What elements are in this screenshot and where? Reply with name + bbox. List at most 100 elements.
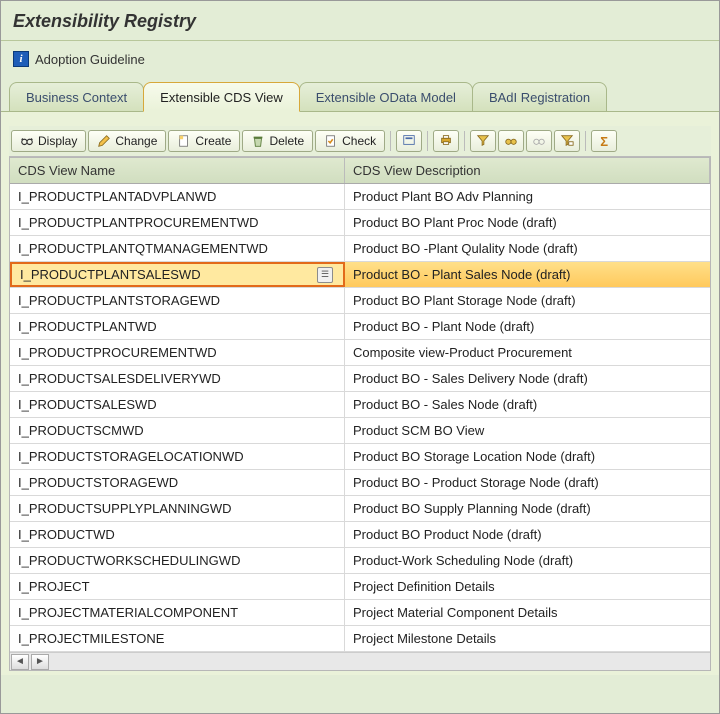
cds-name-cell[interactable]: I_PROJECT [10, 574, 345, 599]
toolbar: Display Change Create Delete Check [9, 126, 711, 157]
cds-desc-cell[interactable]: Product Plant BO Adv Planning [345, 184, 710, 209]
table-row[interactable]: I_PRODUCTSUPPLYPLANNINGWDProduct BO Supp… [10, 496, 710, 522]
cds-name-cell[interactable]: I_PRODUCTPLANTWD [10, 314, 345, 339]
cds-desc-cell[interactable]: Product BO Plant Proc Node (draft) [345, 210, 710, 235]
separator [390, 131, 391, 151]
table-row[interactable]: I_PROJECTProject Definition Details [10, 574, 710, 600]
info-icon: i [13, 51, 29, 67]
funnel-set-icon [560, 133, 574, 150]
cds-view-table: CDS View Name CDS View Description I_PRO… [9, 157, 711, 671]
filter-button[interactable] [470, 130, 496, 152]
cds-desc-cell[interactable]: Product BO - Plant Sales Node (draft) [345, 262, 710, 287]
set-filter-button[interactable] [554, 130, 580, 152]
table-row[interactable]: I_PROJECTMATERIALCOMPONENTProject Materi… [10, 600, 710, 626]
create-button[interactable]: Create [168, 130, 240, 152]
cds-name-cell[interactable]: I_PRODUCTSCMWD [10, 418, 345, 443]
tab-content: Display Change Create Delete Check [1, 112, 719, 675]
table-row[interactable]: I_PRODUCTPLANTADVPLANWDProduct Plant BO … [10, 184, 710, 210]
trash-icon [251, 134, 265, 148]
table-header: CDS View Name CDS View Description [10, 158, 710, 184]
find-button[interactable] [498, 130, 524, 152]
sum-button[interactable]: Σ [591, 130, 617, 152]
check-button[interactable]: Check [315, 130, 385, 152]
table-row[interactable]: I_PROJECTMILESTONEProject Milestone Deta… [10, 626, 710, 652]
cds-name-cell[interactable]: I_PRODUCTSTORAGEWD [10, 470, 345, 495]
cds-desc-cell[interactable]: Product BO Supply Planning Node (draft) [345, 496, 710, 521]
cds-name-cell[interactable]: I_PRODUCTSALESWD [10, 392, 345, 417]
table-row[interactable]: I_PRODUCTSTORAGEWDProduct BO - Product S… [10, 470, 710, 496]
display-button[interactable]: Display [11, 130, 86, 152]
table-row[interactable]: I_PRODUCTPLANTSALESWD☰Product BO - Plant… [10, 262, 710, 288]
cds-name-cell[interactable]: I_PRODUCTPLANTQTMANAGEMENTWD [10, 236, 345, 261]
cds-desc-cell[interactable]: Product SCM BO View [345, 418, 710, 443]
table-row[interactable]: I_PRODUCTSCMWDProduct SCM BO View [10, 418, 710, 444]
value-help-icon[interactable]: ☰ [317, 267, 333, 283]
page-title: Extensibility Registry [13, 11, 707, 32]
table-row[interactable]: I_PRODUCTSTORAGELOCATIONWDProduct BO Sto… [10, 444, 710, 470]
delete-button[interactable]: Delete [242, 130, 313, 152]
table-row[interactable]: I_PRODUCTSALESDELIVERYWDProduct BO - Sal… [10, 366, 710, 392]
scroll-left-icon[interactable]: ◄ [11, 654, 29, 670]
pencil-icon [97, 134, 111, 148]
page-header: Extensibility Registry [1, 1, 719, 41]
table-row[interactable]: I_PRODUCTPROCUREMENTWDComposite view-Pro… [10, 340, 710, 366]
adoption-guideline-link[interactable]: i Adoption Guideline [1, 41, 719, 75]
adoption-guideline-label: Adoption Guideline [35, 52, 145, 67]
cds-name-cell[interactable]: I_PRODUCTPROCUREMENTWD [10, 340, 345, 365]
find-next-button[interactable] [526, 130, 552, 152]
tab-business-context[interactable]: Business Context [9, 82, 144, 111]
table-row[interactable]: I_PRODUCTPLANTQTMANAGEMENTWDProduct BO -… [10, 236, 710, 262]
scroll-right-icon[interactable]: ► [31, 654, 49, 670]
cds-name-cell[interactable]: I_PRODUCTPLANTSTORAGEWD [10, 288, 345, 313]
check-icon [324, 134, 338, 148]
tab-extensible-cds-view[interactable]: Extensible CDS View [143, 82, 300, 112]
new-page-icon [177, 134, 191, 148]
table-body: I_PRODUCTPLANTADVPLANWDProduct Plant BO … [10, 184, 710, 652]
cds-name-cell[interactable]: I_PRODUCTSUPPLYPLANNINGWD [10, 496, 345, 521]
glasses-icon [20, 134, 34, 148]
cds-desc-cell[interactable]: Product BO - Sales Node (draft) [345, 392, 710, 417]
cds-desc-cell[interactable]: Product BO - Product Storage Node (draft… [345, 470, 710, 495]
cds-name-cell[interactable]: I_PROJECTMATERIALCOMPONENT [10, 600, 345, 625]
column-header-name[interactable]: CDS View Name [10, 158, 345, 183]
table-row[interactable]: I_PRODUCTPLANTWDProduct BO - Plant Node … [10, 314, 710, 340]
cds-name-cell[interactable]: I_PRODUCTPLANTSALESWD☰ [10, 262, 345, 287]
table-row[interactable]: I_PRODUCTSALESWDProduct BO - Sales Node … [10, 392, 710, 418]
cds-desc-cell[interactable]: Product BO Product Node (draft) [345, 522, 710, 547]
binoculars-next-icon [532, 133, 546, 150]
separator [427, 131, 428, 151]
cds-desc-cell[interactable]: Project Milestone Details [345, 626, 710, 651]
cds-desc-cell[interactable]: Product BO -Plant Qulality Node (draft) [345, 236, 710, 261]
cds-name-cell[interactable]: I_PRODUCTPLANTADVPLANWD [10, 184, 345, 209]
cds-desc-cell[interactable]: Project Material Component Details [345, 600, 710, 625]
cds-name-cell[interactable]: I_PRODUCTPLANTPROCUREMENTWD [10, 210, 345, 235]
cds-name-cell[interactable]: I_PRODUCTWD [10, 522, 345, 547]
cds-desc-cell[interactable]: Product BO - Sales Delivery Node (draft) [345, 366, 710, 391]
cds-desc-cell[interactable]: Product BO Plant Storage Node (draft) [345, 288, 710, 313]
cds-desc-cell[interactable]: Composite view-Product Procurement [345, 340, 710, 365]
cds-name-cell[interactable]: I_PROJECTMILESTONE [10, 626, 345, 651]
change-button[interactable]: Change [88, 130, 166, 152]
horizontal-scrollbar[interactable]: ◄ ► [10, 652, 710, 670]
cds-name-cell[interactable]: I_PRODUCTWORKSCHEDULINGWD [10, 548, 345, 573]
binoculars-icon [504, 133, 518, 150]
cds-name-cell[interactable]: I_PRODUCTSALESDELIVERYWD [10, 366, 345, 391]
table-row[interactable]: I_PRODUCTWDProduct BO Product Node (draf… [10, 522, 710, 548]
table-row[interactable]: I_PRODUCTWORKSCHEDULINGWDProduct-Work Sc… [10, 548, 710, 574]
tab-badi-registration[interactable]: BAdI Registration [472, 82, 607, 111]
cds-desc-cell[interactable]: Project Definition Details [345, 574, 710, 599]
cds-desc-cell[interactable]: Product BO - Plant Node (draft) [345, 314, 710, 339]
tab-extensible-odata-model[interactable]: Extensible OData Model [299, 82, 473, 111]
print-button[interactable] [433, 130, 459, 152]
table-row[interactable]: I_PRODUCTPLANTPROCUREMENTWDProduct BO Pl… [10, 210, 710, 236]
cds-desc-cell[interactable]: Product-Work Scheduling Node (draft) [345, 548, 710, 573]
cds-name-cell[interactable]: I_PRODUCTSTORAGELOCATIONWD [10, 444, 345, 469]
details-icon [402, 133, 416, 150]
funnel-icon [476, 133, 490, 150]
table-row[interactable]: I_PRODUCTPLANTSTORAGEWDProduct BO Plant … [10, 288, 710, 314]
column-header-desc[interactable]: CDS View Description [345, 158, 710, 183]
tabstrip: Business Context Extensible CDS View Ext… [1, 81, 719, 112]
details-button[interactable] [396, 130, 422, 152]
cds-desc-cell[interactable]: Product BO Storage Location Node (draft) [345, 444, 710, 469]
separator [464, 131, 465, 151]
